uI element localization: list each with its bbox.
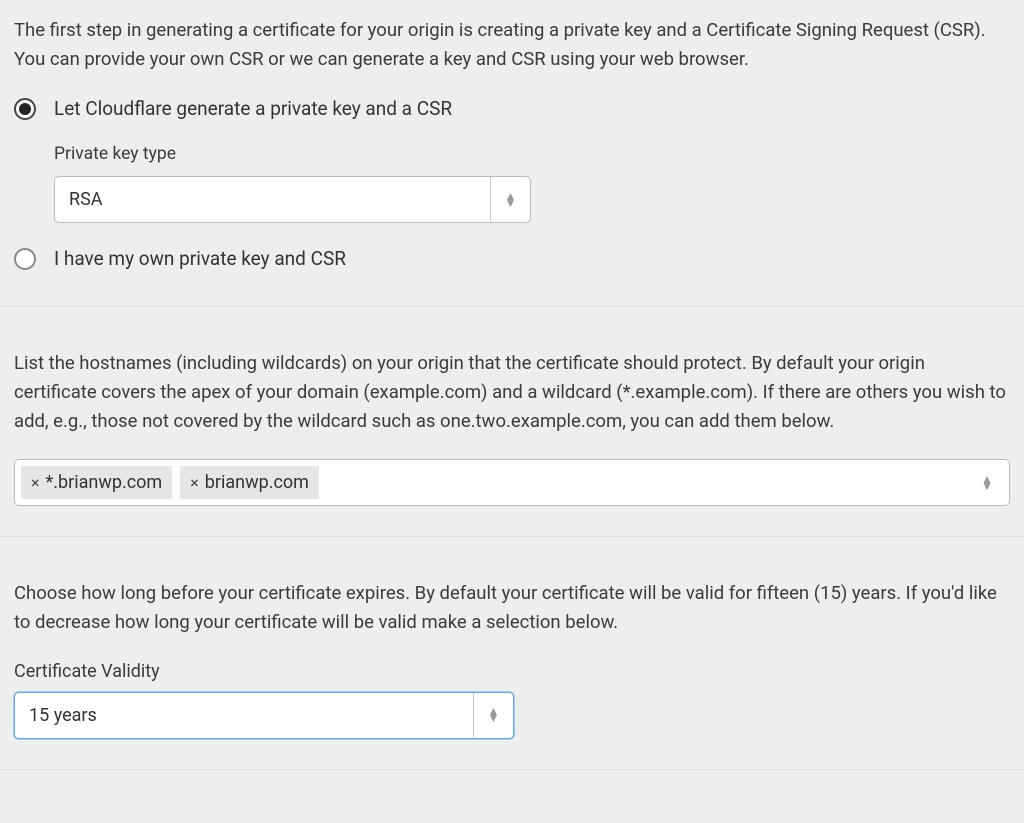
step1-description: The first step in generating a certifica… xyxy=(14,16,1010,73)
hostname-tag-wildcard: × *.brianwp.com xyxy=(21,466,172,499)
select-arrow-box: ▲▼ xyxy=(490,177,530,222)
select-arrow-box: ▲▼ xyxy=(473,693,513,738)
private-key-type-select[interactable]: RSA ▲▼ xyxy=(54,176,531,223)
remove-tag-icon[interactable]: × xyxy=(31,473,40,492)
radio-option-generate[interactable]: Let Cloudflare generate a private key an… xyxy=(14,97,1010,120)
sort-updown-icon: ▲▼ xyxy=(505,193,517,207)
hostname-tag-text: brianwp.com xyxy=(205,472,309,493)
radio-dot-icon xyxy=(19,103,31,115)
step2-description: List the hostnames (including wildcards)… xyxy=(14,349,1010,435)
validity-value: 15 years xyxy=(15,693,473,738)
radio-generate-label: Let Cloudflare generate a private key an… xyxy=(54,97,452,120)
private-key-type-label: Private key type xyxy=(54,144,1010,164)
csr-radio-group: Let Cloudflare generate a private key an… xyxy=(14,97,1010,270)
radio-own-label: I have my own private key and CSR xyxy=(54,247,346,270)
hostname-tag-text: *.brianwp.com xyxy=(46,472,163,493)
validity-label: Certificate Validity xyxy=(14,661,1010,682)
radio-button-own[interactable] xyxy=(14,248,36,270)
section-key-csr: The first step in generating a certifica… xyxy=(0,0,1024,307)
hostnames-input[interactable]: × *.brianwp.com × brianwp.com ▲▼ xyxy=(14,459,1010,506)
remove-tag-icon[interactable]: × xyxy=(190,473,199,492)
step3-description: Choose how long before your certificate … xyxy=(14,579,1010,636)
private-key-type-value: RSA xyxy=(55,177,490,222)
section-validity: Choose how long before your certificate … xyxy=(0,537,1024,769)
section-hostnames: List the hostnames (including wildcards)… xyxy=(0,307,1024,537)
private-key-subblock: Private key type RSA ▲▼ xyxy=(54,144,1010,223)
sort-updown-icon: ▲▼ xyxy=(981,476,993,490)
sort-updown-icon: ▲▼ xyxy=(488,708,500,722)
radio-option-own[interactable]: I have my own private key and CSR xyxy=(14,247,1010,270)
validity-select[interactable]: 15 years ▲▼ xyxy=(14,692,514,739)
hostname-dropdown-arrow[interactable]: ▲▼ xyxy=(971,476,1003,490)
hostname-tag-apex: × brianwp.com xyxy=(180,466,319,499)
radio-button-generate[interactable] xyxy=(14,98,36,120)
